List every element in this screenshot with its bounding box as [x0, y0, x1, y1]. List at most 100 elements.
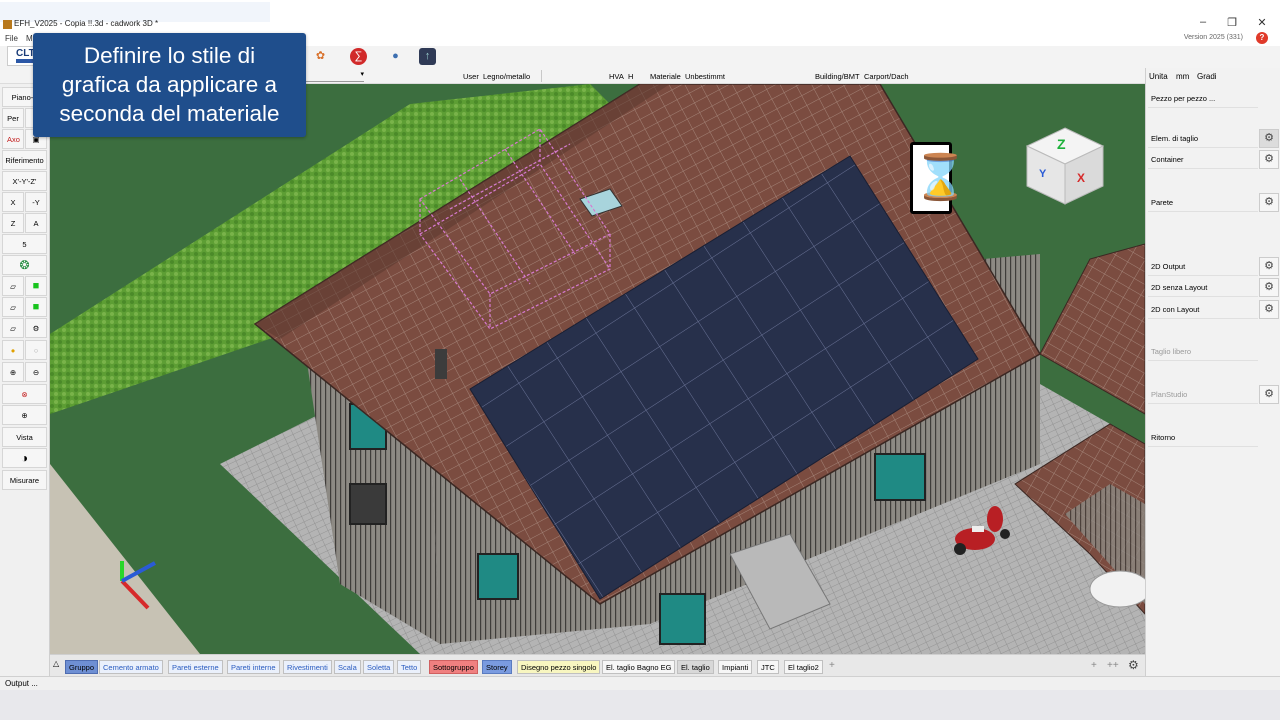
building-attr-label: Building/BMT — [815, 72, 860, 81]
command-taglio-libero[interactable]: Taglio libero — [1148, 342, 1258, 361]
command-elem-di-taglio[interactable]: Elem. di taglio — [1148, 129, 1258, 148]
command-ritorno[interactable]: Ritorno — [1148, 428, 1258, 447]
command-container[interactable]: Container — [1148, 150, 1258, 169]
group-tab-bar: △ Gruppo Cemento armato Pareti esterne Pare… — [50, 654, 1145, 676]
user-attr-value[interactable]: Legno/metallo — [483, 72, 530, 81]
command-2d-senza-layout[interactable]: 2D senza Layout — [1148, 278, 1258, 297]
xyz-button[interactable]: X'-Y'-Z' — [2, 171, 47, 191]
navigation-cube[interactable]: Z X Y — [1025, 126, 1105, 206]
five-button[interactable]: 5 — [2, 234, 47, 254]
riferimento-button[interactable]: Riferimento — [2, 150, 47, 170]
tab-el-taglio2[interactable]: El taglio2 — [784, 660, 823, 674]
axo-button[interactable]: Axo — [2, 129, 24, 149]
tab-settings-gear-icon[interactable]: ⚙ — [1128, 658, 1139, 672]
hva-attr-value[interactable]: H — [628, 72, 633, 81]
cadwork-tool-icon[interactable]: ∑ — [350, 48, 367, 65]
settings-gear-icon[interactable]: ⚙ — [1259, 193, 1279, 212]
close-icon[interactable]: ✕ — [1252, 16, 1272, 29]
per-button[interactable]: Per — [2, 108, 24, 128]
tab-gruppo[interactable]: Gruppo — [65, 660, 99, 674]
five-label: 5 — [22, 240, 27, 249]
unit-degrees[interactable]: Gradi — [1197, 72, 1217, 81]
tab-sottogruppo[interactable]: Sottogruppo — [429, 660, 478, 674]
settings-gear-icon[interactable]: ⚙ — [1259, 300, 1279, 319]
settings-gear-icon[interactable]: ⚙ — [1259, 129, 1279, 148]
zoom-out-icon[interactable]: ⊖ — [25, 362, 47, 382]
add-tab-icon[interactable]: + — [829, 660, 835, 671]
settings-gear-icon[interactable]: ⚙ — [1259, 278, 1279, 297]
tab-storey[interactable]: Storey — [482, 660, 512, 674]
tab-impianti[interactable]: Impianti — [718, 660, 753, 674]
tab-el-taglio[interactable]: El. taglio — [677, 660, 714, 674]
render-cube-icon[interactable]: ▱ — [2, 318, 24, 338]
settings-gear-icon[interactable]: ⚙ — [1259, 257, 1279, 276]
command-parete[interactable]: Parete — [1148, 193, 1258, 212]
tab-pareti-esterne[interactable]: Pareti esterne — [168, 660, 223, 674]
hidden-cube-icon[interactable]: ▱ — [2, 297, 24, 317]
green-cube-icon[interactable]: ■ — [25, 276, 47, 296]
axo-label: Axo — [7, 135, 20, 144]
wireframe-cube-icon[interactable]: ▱ — [2, 276, 24, 296]
tab-el-taglio-bagno-eg[interactable]: El. taglio Bagno EG — [602, 660, 676, 674]
tab-scroll-icon[interactable]: △ — [53, 659, 59, 668]
tab-tetto[interactable]: Tetto — [397, 660, 422, 674]
fire-tool-icon[interactable]: ✿ — [312, 48, 329, 65]
window-title: EFH_V2025 - Copia !!.3d - cadwork 3D * — [14, 19, 159, 28]
settings-gears-icon[interactable]: ⚙ — [25, 318, 47, 338]
orbit-icon[interactable]: ❂ — [2, 255, 47, 275]
tab-scala[interactable]: Scala — [334, 660, 361, 674]
zoom-window-icon[interactable]: ⊕ — [2, 405, 47, 425]
menu-m[interactable]: M — [26, 34, 33, 43]
command-planstudio[interactable]: PlanStudio — [1148, 385, 1258, 404]
x-view-button[interactable]: X — [2, 192, 24, 212]
light-off-icon[interactable]: ○ — [25, 340, 47, 360]
command-2d-output[interactable]: 2D Output — [1148, 257, 1258, 276]
command-2d-con-layout[interactable]: 2D con Layout — [1148, 300, 1258, 319]
minimize-icon[interactable]: – — [1193, 16, 1213, 28]
zoom-in-icon[interactable]: ⊕ — [2, 362, 24, 382]
neg-y-label: -Y — [32, 198, 40, 207]
add-tab-right-icon[interactable]: + — [1091, 660, 1097, 671]
tab-rivestimenti[interactable]: Rivestimenti — [283, 660, 332, 674]
gauge-icon[interactable]: ◑ — [2, 448, 47, 468]
neg-y-view-button[interactable]: -Y — [25, 192, 47, 212]
material-attr-value[interactable]: Unbestimmt — [685, 72, 725, 81]
script-icon[interactable]: ↑ — [419, 48, 436, 65]
light-icon[interactable]: ● — [2, 340, 24, 360]
navcube-y-label[interactable]: Y — [1039, 168, 1046, 180]
help-icon[interactable]: ? — [1256, 32, 1268, 44]
z-view-button[interactable]: Z — [2, 213, 24, 233]
layer-dropdown[interactable]: ▾ — [300, 70, 364, 82]
settings-gear-icon[interactable]: ⚙ — [1259, 385, 1279, 404]
menu-file[interactable]: File — [5, 34, 18, 43]
unit-mm[interactable]: mm — [1176, 72, 1189, 81]
left-tool-panel: Piano-2 Per ◎ Axo ▣ Riferimento X'-Y'-Z'… — [0, 84, 50, 676]
navcube-x-label[interactable]: X — [1077, 171, 1085, 185]
solid-cube-icon[interactable]: ■ — [25, 297, 47, 317]
misurare-button[interactable]: Misurare — [2, 470, 47, 490]
settings-gear-icon[interactable]: ⚙ — [1259, 150, 1279, 169]
tab-soletta[interactable]: Soletta — [363, 660, 395, 674]
callout-line-1: Definire lo stile di — [83, 43, 256, 68]
building-attr-value[interactable]: Carport/Dach — [864, 72, 909, 81]
tab-pareti-interne[interactable]: Pareti interne — [227, 660, 280, 674]
add-multi-tab-icon[interactable]: ++ — [1107, 660, 1119, 671]
3d-viewport[interactable]: ⌛ Z X Y — [50, 84, 1145, 654]
right-command-panel: Unita mm Gradi Pezzo per pezzo ... Elem. … — [1145, 68, 1280, 676]
vista-button[interactable]: Vista — [2, 427, 47, 447]
maximize-icon[interactable]: ❐ — [1222, 16, 1242, 29]
navcube-z-label[interactable]: Z — [1057, 136, 1066, 152]
a-view-button[interactable]: A — [25, 213, 47, 233]
tab-jtc[interactable]: JTC — [757, 660, 779, 674]
command-pezzo-per-pezzo[interactable]: Pezzo per pezzo ... — [1148, 89, 1258, 108]
command-label: 2D senza Layout — [1151, 283, 1208, 292]
tab-cemento-armato[interactable]: Cemento armato — [99, 660, 163, 674]
3d-scene — [50, 84, 1145, 654]
callout-line-3: seconda del materiale — [59, 101, 280, 126]
zoom-all-icon[interactable]: ⊗ — [2, 384, 47, 404]
tab-disegno-pezzo-singolo[interactable]: Disegno pezzo singolo — [517, 660, 601, 674]
python-icon[interactable]: ● — [387, 48, 404, 65]
status-bar: Output ... — [0, 676, 1280, 690]
cadwork-app-icon — [3, 20, 12, 29]
command-label: Parete — [1151, 198, 1174, 207]
